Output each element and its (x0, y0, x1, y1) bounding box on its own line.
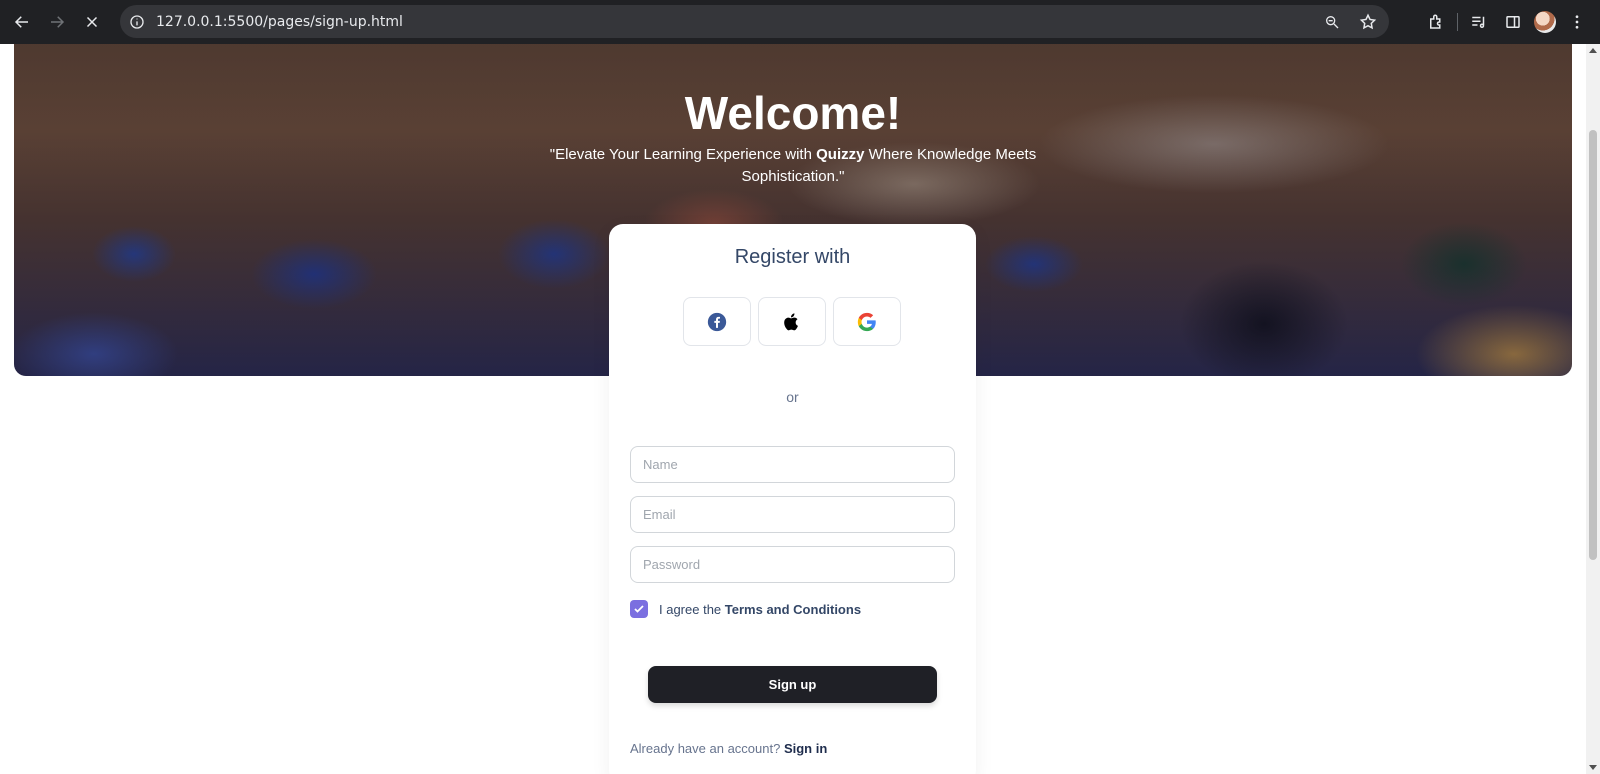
scroll-thumb[interactable] (1589, 130, 1597, 560)
scroll-up-arrow[interactable] (1589, 48, 1597, 53)
profile-avatar[interactable] (1534, 11, 1556, 33)
facebook-icon (707, 312, 727, 331)
terms-row: I agree the Terms and Conditions (630, 600, 861, 618)
scroll-down-arrow[interactable] (1589, 765, 1597, 770)
facebook-button[interactable] (683, 297, 751, 346)
sign-in-link[interactable]: Sign in (784, 741, 827, 756)
social-login-row (683, 297, 901, 346)
back-icon[interactable] (4, 4, 40, 40)
stop-icon[interactable] (74, 4, 110, 40)
forward-icon[interactable] (39, 4, 75, 40)
register-title: Register with (734, 246, 851, 268)
password-input[interactable] (630, 546, 955, 583)
url-text[interactable]: 127.0.0.1:5500/pages/sign-up.html (156, 14, 403, 30)
sign-up-button[interactable]: Sign up (648, 666, 937, 703)
terms-prefix: I agree the (659, 601, 725, 617)
toolbar-divider (1457, 13, 1458, 31)
extensions-icon[interactable] (1423, 9, 1449, 35)
or-divider: or (786, 389, 799, 405)
welcome-title: Welcome! (684, 87, 902, 139)
apple-button[interactable] (758, 297, 826, 346)
apple-icon (784, 312, 798, 330)
page-viewport: Welcome! "Elevate Your Learning Experien… (0, 44, 1586, 774)
checkmark-icon (634, 605, 644, 613)
brand-name: Quizzy (816, 146, 865, 163)
bookmark-star-icon[interactable] (1355, 9, 1381, 35)
site-info-icon[interactable] (122, 7, 152, 37)
name-input[interactable] (630, 446, 955, 483)
terms-checkbox[interactable] (630, 600, 648, 618)
terms-link[interactable]: Terms and Conditions (725, 602, 861, 617)
page-scrollbar[interactable] (1586, 44, 1600, 774)
google-icon (857, 312, 876, 331)
hero-tagline: "Elevate Your Learning Experience with Q… (523, 144, 1063, 188)
google-button[interactable] (833, 297, 901, 346)
email-input[interactable] (630, 496, 955, 533)
zoom-icon[interactable] (1319, 9, 1345, 35)
media-controls-icon[interactable] (1466, 9, 1492, 35)
address-bar[interactable]: 127.0.0.1:5500/pages/sign-up.html (120, 5, 1389, 38)
signin-prompt: Already have an account? Sign in (630, 741, 827, 756)
register-card: Register with or Name Email I agree the … (609, 224, 976, 774)
tagline-prefix: "Elevate Your Learning Experience with (549, 146, 817, 163)
browser-toolbar: 127.0.0.1:5500/pages/sign-up.html (0, 0, 1600, 44)
terms-label: I agree the Terms and Conditions (659, 602, 861, 617)
side-panel-icon[interactable] (1500, 9, 1526, 35)
signin-prefix: Already have an account? (630, 741, 784, 756)
menu-kebab-icon[interactable] (1564, 9, 1590, 35)
